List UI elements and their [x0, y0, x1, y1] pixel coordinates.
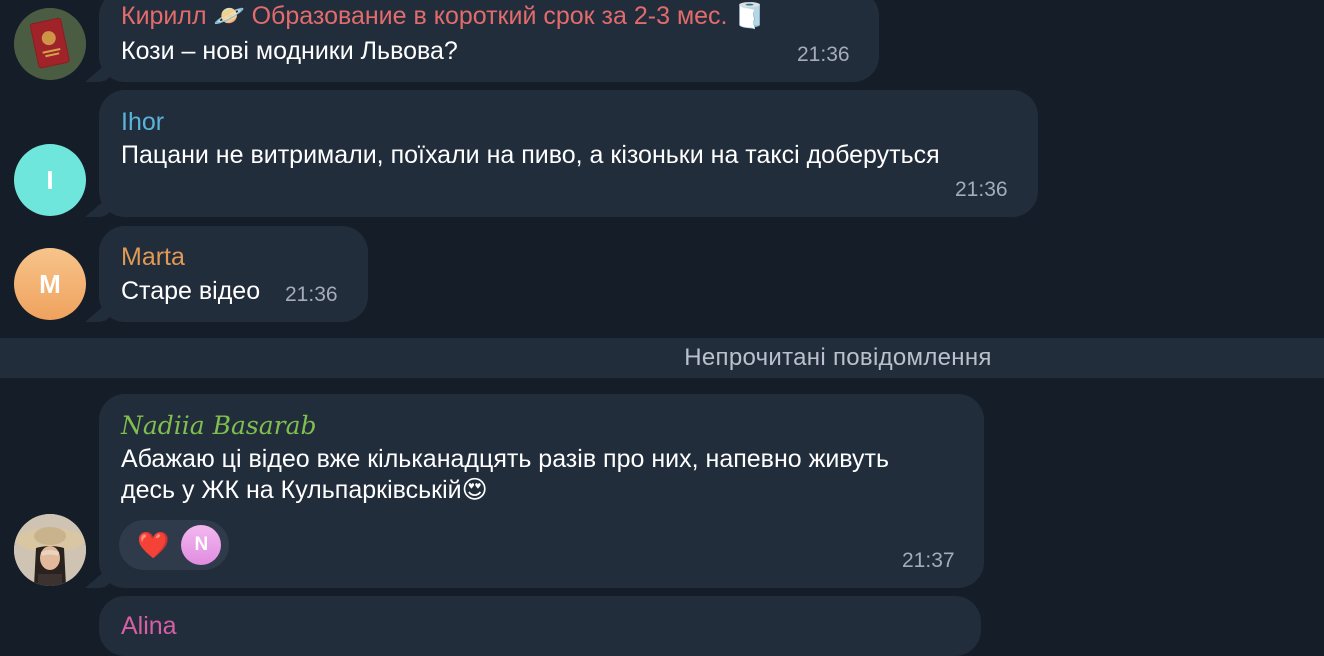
message-bubble-kyrylo[interactable]: Кирилл 🪐 Образование в короткий срок за … — [99, 0, 879, 82]
message-bubble-nadiia[interactable]: Nadiia Basarab Абажаю ці відео вже кільк… — [99, 394, 984, 588]
message-time: 21:37 — [902, 549, 955, 572]
sender-name[interactable]: Кирилл 🪐 Образование в короткий срок за … — [121, 2, 766, 31]
avatar-letter: I — [46, 164, 54, 195]
reactor-avatar[interactable]: N — [181, 525, 222, 565]
message-bubble-alina[interactable]: Alina — [99, 596, 981, 656]
sender-name[interactable]: Nadiia Basarab — [121, 411, 317, 440]
sender-name[interactable]: Alina — [121, 612, 177, 641]
message-text-line-2: десь у ЖК на Кульпарківській😍 — [121, 476, 488, 504]
message-text: Пацани не витримали, поїхали на пиво, а … — [121, 141, 940, 169]
avatar-letter: M — [39, 268, 61, 299]
message-bubble-ihor[interactable]: Ihor Пацани не витримали, поїхали на пив… — [99, 90, 1038, 217]
heart-reaction-icon: ❤️ — [137, 530, 170, 560]
sender-name[interactable]: Marta — [121, 243, 185, 272]
avatar-nadiia[interactable] — [14, 514, 86, 586]
avatar-marta[interactable]: M — [14, 248, 86, 320]
message-time: 21:36 — [797, 43, 850, 66]
unread-divider-label: Непрочитані повідомлення — [684, 344, 992, 371]
unread-messages-divider: Непрочитані повідомлення — [0, 338, 1324, 378]
message-text: Старе відео — [121, 277, 261, 305]
woman-hat-photo-icon — [14, 514, 86, 586]
message-time: 21:36 — [955, 178, 1008, 201]
message-bubble-marta[interactable]: Marta Старе відео 21:36 — [99, 226, 368, 322]
message-time: 21:36 — [285, 283, 338, 306]
reactor-letter: N — [194, 534, 209, 555]
reactions-pill[interactable]: ❤️ N — [119, 520, 229, 570]
passport-photo-icon — [14, 8, 86, 80]
message-text: Кози – нові модники Львова? — [121, 37, 458, 65]
message-text-line-1: Абажаю ці відео вже кільканадцять разів … — [121, 445, 889, 473]
avatar-ihor[interactable]: I — [14, 144, 86, 216]
sender-name[interactable]: Ihor — [121, 108, 164, 137]
avatar-kyrylo[interactable] — [14, 8, 86, 80]
chat-history[interactable]: Кирилл 🪐 Образование в короткий срок за … — [0, 0, 1324, 656]
